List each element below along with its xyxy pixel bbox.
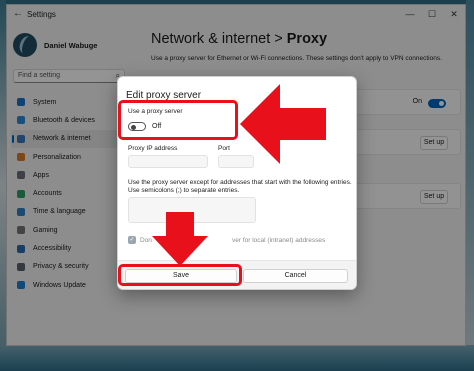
cancel-button[interactable]: Cancel bbox=[243, 269, 348, 283]
proxy-ip-field[interactable] bbox=[128, 155, 208, 168]
annotation-arrow-left-icon bbox=[240, 84, 326, 164]
bypass-local-label-end: ver for local (intranet) addresses bbox=[232, 237, 326, 244]
port-label: Port bbox=[218, 145, 230, 152]
exceptions-description-2: Use semicolons (;) to separate entries. bbox=[128, 187, 240, 194]
annotation-arrow-down-icon bbox=[152, 212, 208, 266]
proxy-ip-label: Proxy IP address bbox=[128, 145, 178, 152]
exceptions-description-1: Use the proxy server except for addresse… bbox=[128, 179, 352, 186]
bypass-local-checkbox[interactable]: ✓ bbox=[128, 236, 136, 244]
toggle-highlight-box bbox=[118, 100, 238, 140]
